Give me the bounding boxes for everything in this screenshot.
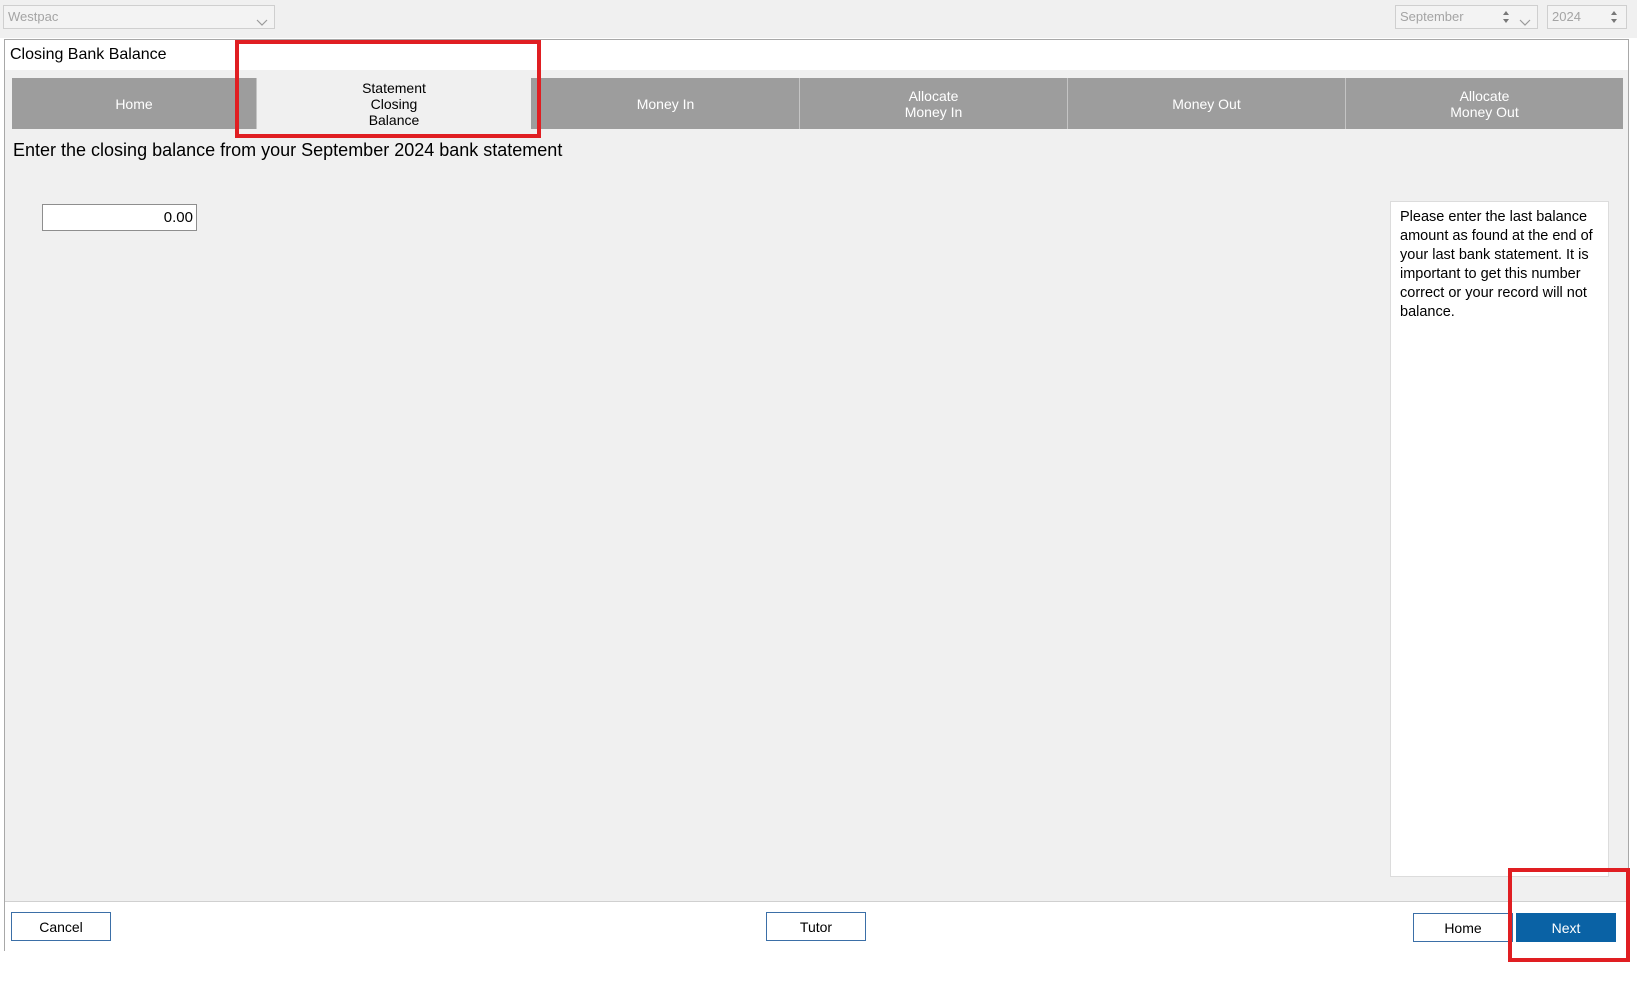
month-spinner-icon[interactable] — [1500, 8, 1512, 26]
help-text: Please enter the last balance amount as … — [1400, 209, 1593, 320]
next-button[interactable]: Next — [1516, 913, 1616, 942]
month-value: September — [1400, 9, 1464, 24]
top-bar: Westpac September 2024 — [0, 0, 1637, 38]
tab-allocate-money-out[interactable]: Allocate Money Out — [1346, 78, 1623, 129]
cancel-button[interactable]: Cancel — [11, 912, 111, 941]
chevron-down-icon — [256, 12, 268, 26]
month-select[interactable]: September — [1395, 5, 1538, 29]
tutor-button[interactable]: Tutor — [766, 912, 866, 941]
chevron-down-icon[interactable] — [1519, 12, 1531, 26]
tab-money-out[interactable]: Money Out — [1068, 78, 1346, 129]
panel-title: Closing Bank Balance — [5, 40, 1628, 70]
bank-select[interactable]: Westpac — [3, 5, 275, 29]
home-button[interactable]: Home — [1413, 913, 1513, 942]
wizard-tabs: Home Statement Closing Balance Money In … — [12, 78, 1623, 129]
year-stepper[interactable]: 2024 — [1547, 5, 1627, 29]
bank-select-value: Westpac — [8, 9, 59, 24]
footer-bar: Cancel Tutor Home Next — [5, 901, 1628, 951]
help-panel: Please enter the last balance amount as … — [1390, 201, 1609, 877]
tab-money-in[interactable]: Money In — [532, 78, 800, 129]
main-panel: Closing Bank Balance Home Statement Clos… — [4, 39, 1629, 951]
tab-home[interactable]: Home — [12, 78, 257, 129]
year-value: 2024 — [1552, 9, 1581, 24]
tab-statement-closing-balance[interactable]: Statement Closing Balance — [257, 78, 532, 129]
instruction-text: Enter the closing balance from your Sept… — [13, 140, 563, 160]
year-spinner-icon[interactable] — [1608, 8, 1620, 26]
tab-allocate-money-in[interactable]: Allocate Money In — [800, 78, 1068, 129]
closing-balance-input[interactable] — [42, 204, 197, 231]
